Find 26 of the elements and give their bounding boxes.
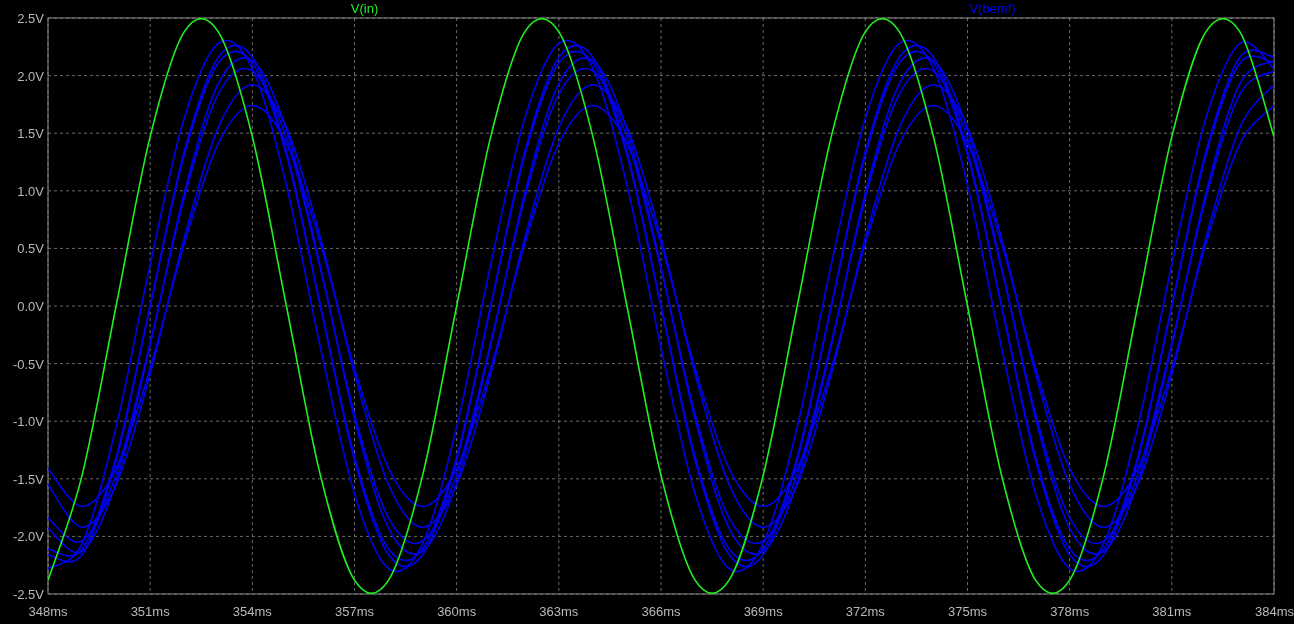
axis-tick-label: -1.5V: [12, 471, 44, 487]
axis-tick-label: 381ms: [1152, 604, 1192, 619]
trace-label: V(in): [350, 1, 379, 16]
axis-tick-label: 1.0V: [17, 183, 44, 199]
axis-tick-label: 366ms: [641, 604, 681, 619]
axis-tick-label: 357ms: [335, 604, 374, 619]
axis-tick-label: 0.0V: [17, 299, 44, 314]
trace-label: V(bemf): [969, 1, 1016, 16]
axis-tick-label: 1.5V: [17, 126, 44, 142]
axis-tick-label: 351ms: [130, 604, 170, 619]
axis-tick-label: 2.5V: [17, 11, 44, 26]
axis-tick-label: -0.5V: [12, 356, 44, 372]
axis-tick-label: 0.5V: [17, 241, 44, 257]
axis-tick-label: 348ms: [28, 604, 68, 619]
axis-tick-label: 363ms: [539, 604, 579, 619]
axis-tick-label: 378ms: [1050, 604, 1090, 619]
axis-tick-label: 369ms: [743, 604, 783, 619]
axis-tick-label: 372ms: [845, 604, 885, 619]
axis-tick-label: -2.5V: [12, 587, 44, 602]
axis-tick-label: 354ms: [232, 604, 272, 619]
axis-tick-label: 384ms: [1254, 604, 1294, 619]
axis-tick-label: 375ms: [948, 604, 987, 619]
axis-tick-label: -1.0V: [12, 414, 44, 430]
axis-tick-label: 2.0V: [17, 68, 44, 84]
axis-tick-label: 360ms: [437, 604, 477, 619]
axis-tick-label: -2.0V: [12, 529, 44, 545]
